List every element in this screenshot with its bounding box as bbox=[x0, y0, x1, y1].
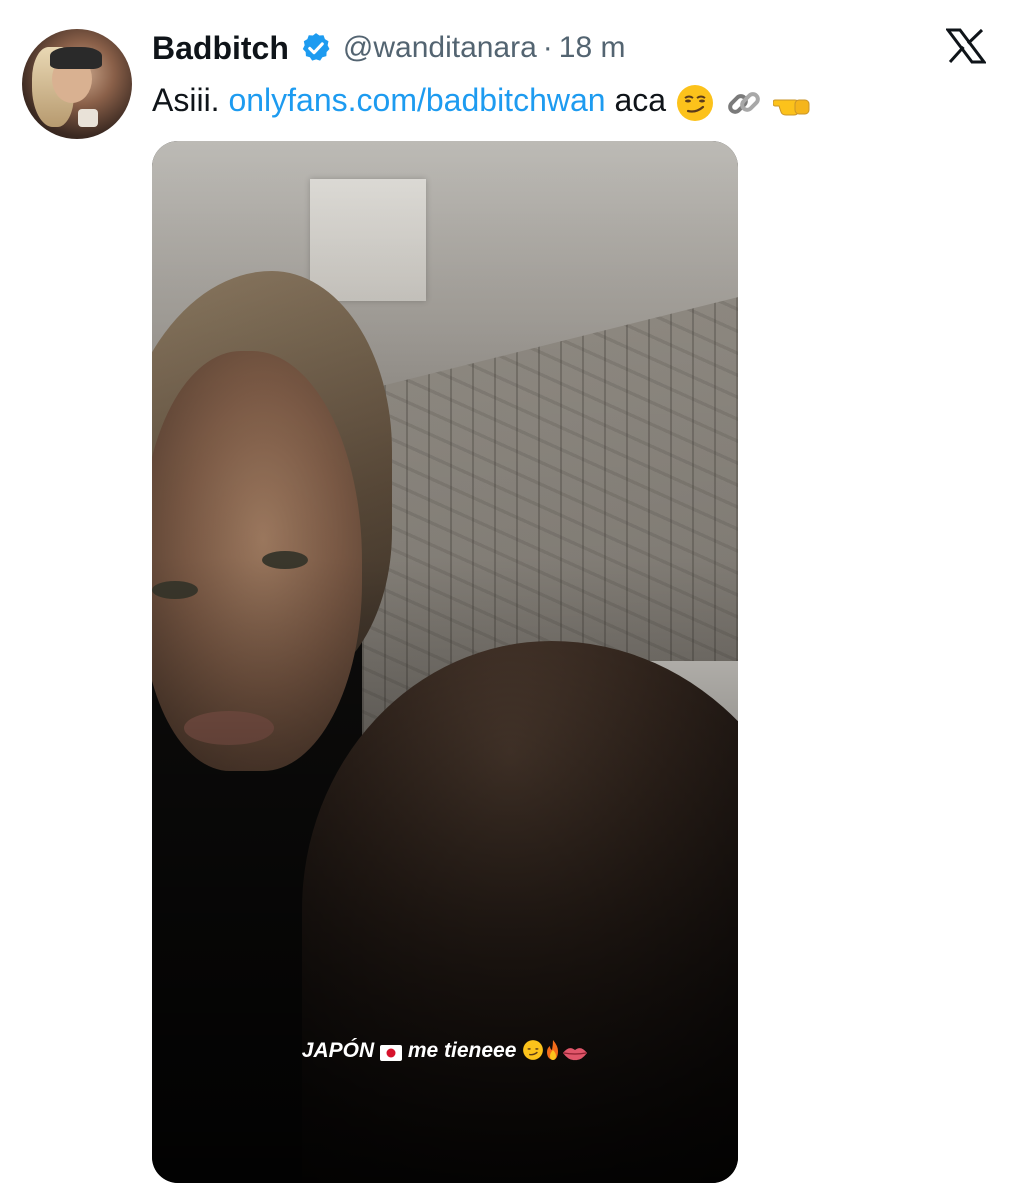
tweet-media-image[interactable]: JAPÓN me tieneee bbox=[152, 141, 738, 1183]
bottom-shade bbox=[152, 141, 738, 1183]
avatar-hat bbox=[50, 47, 102, 69]
avatar-cup bbox=[78, 109, 98, 127]
pointing-left-emoji-icon bbox=[772, 99, 810, 116]
verified-badge-icon bbox=[302, 33, 330, 61]
separator-dot: · bbox=[542, 31, 553, 64]
avatar[interactable] bbox=[22, 29, 132, 139]
smirk-caption-emoji-icon bbox=[523, 1040, 544, 1060]
user-handle[interactable]: @wanditanara bbox=[343, 31, 537, 65]
caption-word-tieneee: me tieneee bbox=[407, 1039, 517, 1062]
tweet-header: Badbitch @wanditanara · 18 m bbox=[152, 28, 626, 68]
display-name[interactable]: Badbitch bbox=[152, 30, 289, 67]
tweet-text-suffix: aca bbox=[605, 82, 667, 118]
timestamp[interactable]: 18 m bbox=[559, 31, 626, 65]
story-caption: JAPÓN me tieneee bbox=[152, 1039, 738, 1063]
japan-flag-emoji-icon bbox=[379, 1045, 402, 1061]
link-emoji-icon bbox=[727, 91, 760, 114]
lips-emoji-icon bbox=[563, 1048, 588, 1061]
onlyfans-link[interactable]: onlyfans.com/badbitchwan bbox=[228, 82, 605, 118]
smirk-emoji-icon bbox=[676, 84, 713, 121]
tweet-text-prefix: Asiii. bbox=[152, 82, 229, 118]
caption-word-japon: JAPÓN bbox=[301, 1039, 375, 1062]
tweet-text: Asiii. onlyfans.com/badbitchwan aca bbox=[152, 78, 813, 123]
x-logo-icon[interactable] bbox=[946, 28, 986, 64]
fire-emoji-icon bbox=[547, 1040, 559, 1060]
